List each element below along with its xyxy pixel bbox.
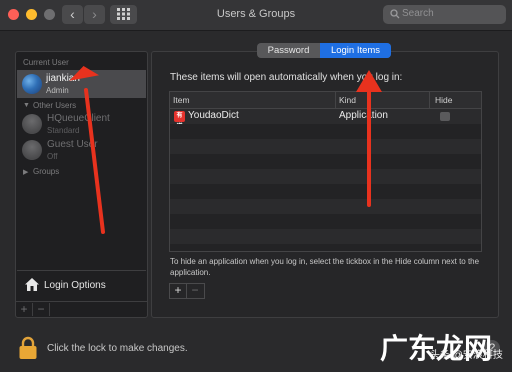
annotation-arrows xyxy=(69,66,382,234)
arrow-to-current-user xyxy=(69,66,105,234)
arrow-to-login-items-tab xyxy=(356,70,382,207)
